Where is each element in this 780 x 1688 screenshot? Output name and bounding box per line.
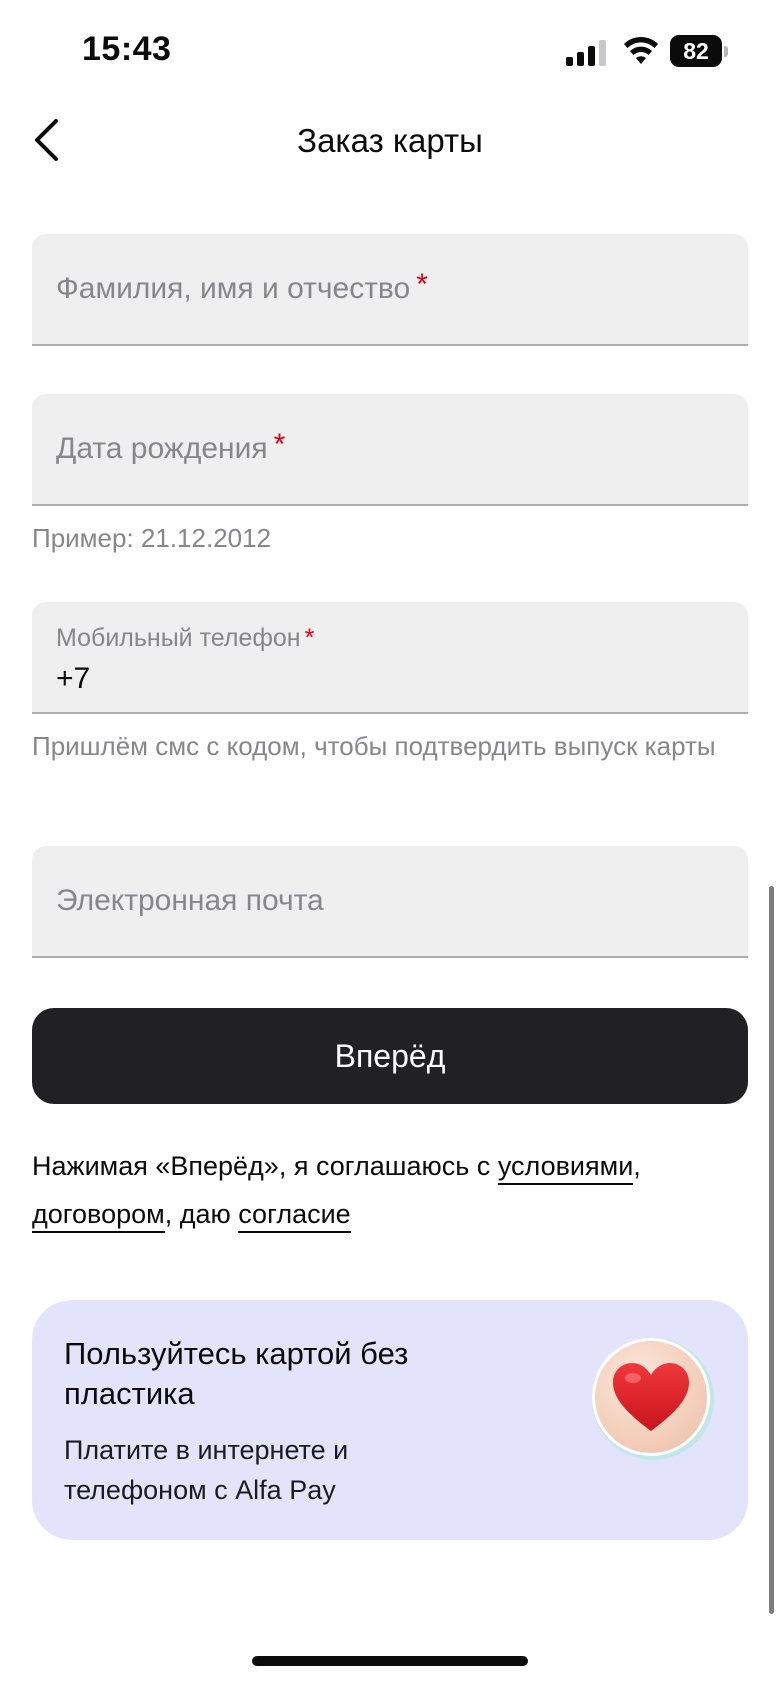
wifi-icon (624, 36, 658, 64)
birth-date-hint: Пример: 21.12.2012 (32, 523, 272, 553)
required-mark: * (273, 428, 286, 461)
phone-field[interactable]: Мобильный телефон * +7 (32, 602, 748, 714)
page-title: Заказ карты (297, 122, 483, 159)
home-indicator[interactable] (252, 1656, 528, 1666)
phone-hint: Пришлём смс с кодом, чтобы подтвердить в… (32, 731, 716, 761)
phone-value: +7 (56, 662, 91, 695)
full-name-field[interactable]: Фамилия, имя и отчество * (32, 234, 748, 346)
battery-icon: 82 (670, 35, 728, 67)
submit-button[interactable]: Вперёд (32, 1008, 748, 1104)
consent-middle: , даю (164, 1199, 231, 1229)
full-name-placeholder-text: Фамилия, имя и отчество (56, 272, 411, 305)
phone-label-text: Мобильный телефон (56, 624, 301, 652)
full-name-placeholder: Фамилия, имя и отчество * (56, 268, 428, 306)
promo-badge (592, 1338, 710, 1456)
promo-text: Платите в интернете и телефоном с Alfa P… (64, 1435, 349, 1505)
consent-text: Нажимая «Вперёд», я соглашаюсь с условия… (32, 1142, 748, 1238)
terms-link[interactable]: условиями (497, 1151, 634, 1185)
email-placeholder: Электронная почта (56, 884, 324, 917)
phone-label: Мобильный телефон * (56, 624, 314, 653)
birth-date-placeholder-text: Дата рождения (56, 432, 268, 465)
required-mark: * (304, 624, 315, 652)
agreement-link[interactable]: согласие (238, 1199, 351, 1233)
scrollbar[interactable] (769, 886, 774, 1614)
birth-date-field[interactable]: Дата рождения * (32, 394, 748, 506)
promo-card[interactable]: Пользуйтесь картой без пластика Платите … (32, 1300, 748, 1540)
required-mark: * (416, 268, 428, 301)
email-field[interactable]: Электронная почта (32, 846, 748, 958)
battery-cap (724, 46, 728, 57)
contract-link[interactable]: договором (32, 1199, 165, 1233)
cellular-signal-icon (566, 40, 606, 66)
status-bar: 15:43 82 (0, 0, 780, 100)
consent-prefix: Нажимая «Вперёд», я соглашаюсь с (32, 1151, 491, 1181)
birth-date-placeholder: Дата рождения * (56, 428, 285, 466)
navigation-bar: Заказ карты (0, 100, 780, 180)
promo-title: Пользуйтесь картой без пластика (64, 1336, 409, 1411)
battery-level: 82 (670, 35, 722, 67)
consent-comma: , (633, 1151, 641, 1181)
status-time: 15:43 (82, 30, 172, 68)
heart-icon (613, 1363, 689, 1431)
